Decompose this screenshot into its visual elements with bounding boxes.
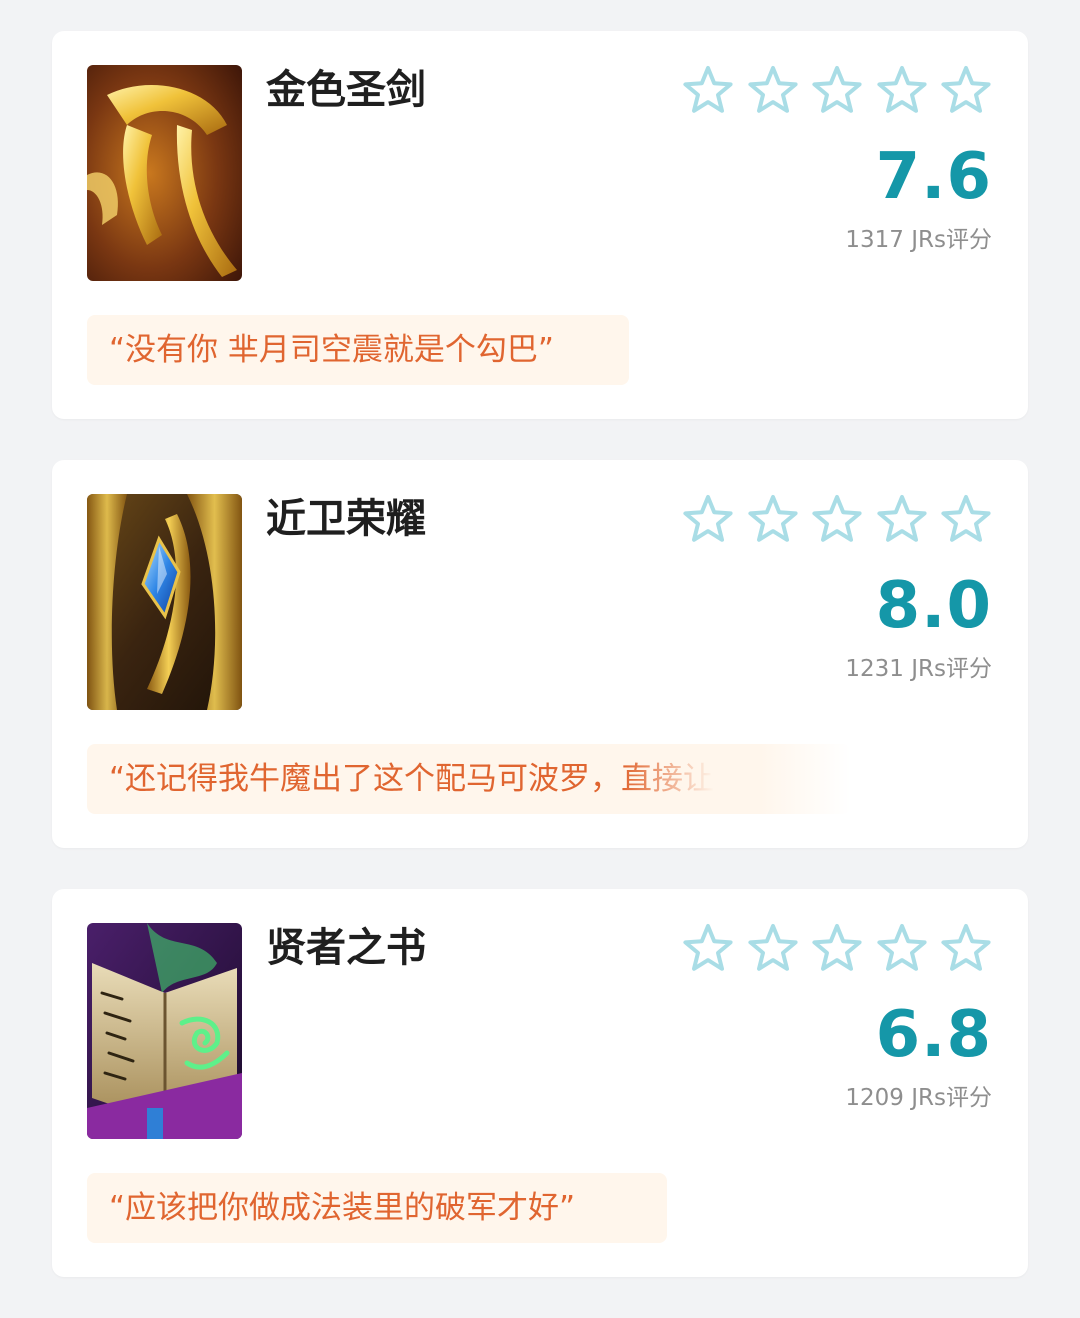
quote-text: “没有你 芈月司空震就是个勾巴” [109,332,554,368]
star-outline-icon[interactable] [938,63,994,119]
star-outline-icon[interactable] [938,492,994,548]
quote-bubble[interactable]: “还记得我牛魔出了这个配马可波罗，直接让 [87,744,851,814]
item-title: 贤者之书 [266,925,426,971]
score-value: 8.0 [875,569,992,643]
guardian-glory-icon [87,494,242,710]
star-outline-icon[interactable] [680,63,736,119]
item-card[interactable]: 金色圣剑 7.6 1317 JRs评分 “没有你 芈月司空震就是个勾巴” [52,31,1028,419]
star-outline-icon[interactable] [874,492,930,548]
rating-list: 金色圣剑 7.6 1317 JRs评分 “没有你 芈月司空震就是个勾巴” 近卫荣… [0,0,1080,1318]
star-outline-icon[interactable] [938,921,994,977]
item-title: 近卫荣耀 [266,496,426,542]
rating-count: 1209 JRs评分 [845,1085,992,1111]
star-outline-icon[interactable] [809,63,865,119]
score-value: 6.8 [875,998,992,1072]
sage-book-icon [87,923,242,1139]
golden-sword-icon [87,65,242,281]
star-outline-icon[interactable] [874,63,930,119]
quote-bubble[interactable]: “没有你 芈月司空震就是个勾巴” [87,315,629,385]
star-outline-icon[interactable] [809,921,865,977]
item-title: 金色圣剑 [266,67,426,113]
star-outline-icon[interactable] [874,921,930,977]
rating-count: 1231 JRs评分 [845,656,992,682]
score-value: 7.6 [875,140,992,214]
item-card[interactable]: 贤者之书 6.8 1209 JRs评分 “应该把你做成法装里的破军才好” [52,889,1028,1277]
star-rating[interactable] [680,63,994,119]
star-rating[interactable] [680,492,994,548]
quote-text: “应该把你做成法装里的破军才好” [109,1190,576,1226]
star-outline-icon[interactable] [745,921,801,977]
item-card[interactable]: 近卫荣耀 8.0 1231 JRs评分 “还记得我牛魔出了这个配马可波罗，直接让 [52,460,1028,848]
quote-bubble[interactable]: “应该把你做成法装里的破军才好” [87,1173,667,1243]
star-outline-icon[interactable] [680,921,736,977]
quote-text: “还记得我牛魔出了这个配马可波罗，直接让 [109,761,715,797]
star-rating[interactable] [680,921,994,977]
star-outline-icon[interactable] [809,492,865,548]
star-outline-icon[interactable] [680,492,736,548]
star-outline-icon[interactable] [745,492,801,548]
star-outline-icon[interactable] [745,63,801,119]
rating-count: 1317 JRs评分 [845,227,992,253]
